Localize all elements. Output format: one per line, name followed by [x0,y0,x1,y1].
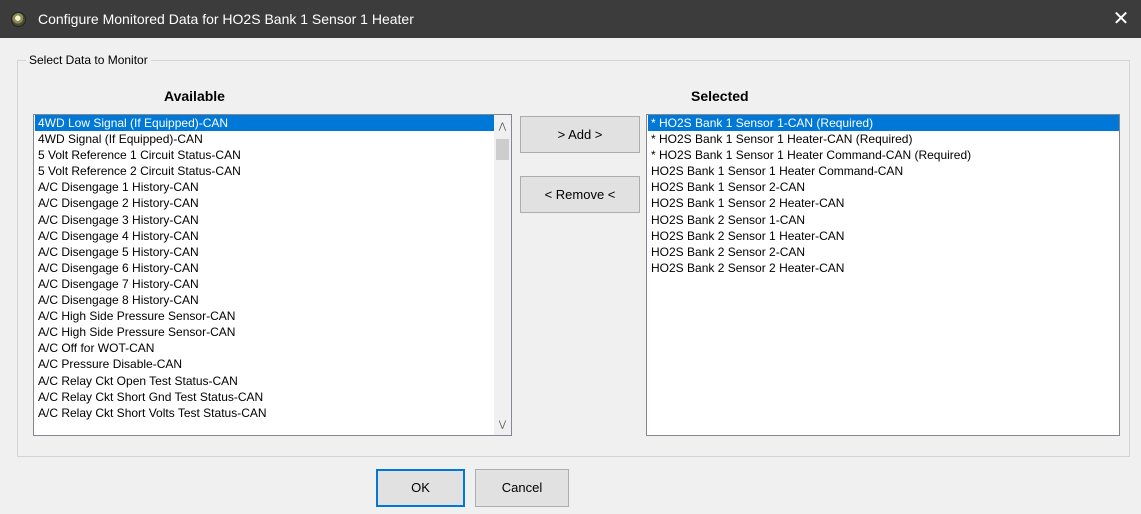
available-items: 4WD Low Signal (If Equipped)-CAN 4WD Sign… [34,115,511,421]
selected-list-item[interactable]: HO2S Bank 1 Sensor 1 Heater Command-CAN [648,163,1119,179]
available-list-item[interactable]: A/C Disengage 6 History-CAN [35,260,511,276]
available-list-item[interactable]: A/C Relay Ckt Short Gnd Test Status-CAN [35,389,511,405]
available-list-item[interactable]: A/C High Side Pressure Sensor-CAN [35,324,511,340]
available-list-item[interactable]: A/C Disengage 2 History-CAN [35,195,511,211]
selected-list-item[interactable]: * HO2S Bank 1 Sensor 1-CAN (Required) [648,115,1119,132]
selected-list-item[interactable]: HO2S Bank 2 Sensor 1-CAN [648,212,1119,228]
selected-list-item[interactable]: * HO2S Bank 1 Sensor 1 Heater-CAN (Requi… [648,131,1119,147]
available-list-item[interactable]: A/C Disengage 3 History-CAN [35,212,511,228]
available-list-item[interactable]: 4WD Signal (If Equipped)-CAN [35,131,511,147]
scroll-down-icon[interactable]: ⋁ [494,416,511,433]
group-legend: Select Data to Monitor [26,53,151,67]
available-list-item[interactable]: A/C Relay Ckt Short Volts Test Status-CA… [35,405,511,421]
available-listbox[interactable]: 4WD Low Signal (If Equipped)-CAN 4WD Sign… [33,114,512,436]
available-list-item[interactable]: 4WD Low Signal (If Equipped)-CAN [35,115,511,132]
available-list-item[interactable]: A/C Disengage 5 History-CAN [35,244,511,260]
ok-button[interactable]: OK [376,469,465,507]
selected-list-item[interactable]: HO2S Bank 1 Sensor 2-CAN [648,179,1119,195]
available-list-item[interactable]: A/C Pressure Disable-CAN [35,356,511,372]
selected-list-item[interactable]: HO2S Bank 1 Sensor 2 Heater-CAN [648,195,1119,211]
available-heading: Available [164,88,225,104]
available-list-item[interactable]: A/C Disengage 1 History-CAN [35,179,511,195]
selected-items: * HO2S Bank 1 Sensor 1-CAN (Required) * H… [647,115,1119,276]
selected-list-item[interactable]: HO2S Bank 2 Sensor 1 Heater-CAN [648,228,1119,244]
available-list-item[interactable]: 5 Volt Reference 2 Circuit Status-CAN [35,163,511,179]
available-list-item[interactable]: 5 Volt Reference 1 Circuit Status-CAN [35,147,511,163]
close-button[interactable]: ✕ [1101,0,1141,38]
selected-list-item[interactable]: HO2S Bank 2 Sensor 2 Heater-CAN [648,260,1119,276]
available-list-item[interactable]: A/C Relay Ckt Open Test Status-CAN [35,373,511,389]
available-scrollbar[interactable]: ⋀ ⋁ [494,115,511,435]
selected-heading: Selected [691,88,749,104]
cancel-button[interactable]: Cancel [475,469,569,507]
selected-listbox[interactable]: * HO2S Bank 1 Sensor 1-CAN (Required) * H… [646,114,1120,436]
scroll-up-icon[interactable]: ⋀ [494,118,511,135]
remove-button[interactable]: < Remove < [520,176,640,213]
available-list-item[interactable]: A/C Disengage 8 History-CAN [35,292,511,308]
window-title: Configure Monitored Data for HO2S Bank 1… [38,11,414,27]
selected-list-item[interactable]: * HO2S Bank 1 Sensor 1 Heater Command-CA… [648,147,1119,163]
available-list-item[interactable]: A/C Off for WOT-CAN [35,340,511,356]
available-list-item[interactable]: A/C Disengage 4 History-CAN [35,228,511,244]
title-bar: Configure Monitored Data for HO2S Bank 1… [0,0,1141,38]
add-button[interactable]: > Add > [520,116,640,153]
scroll-thumb[interactable] [496,139,509,160]
available-list-item[interactable]: A/C High Side Pressure Sensor-CAN [35,308,511,324]
available-list-item[interactable]: A/C Disengage 7 History-CAN [35,276,511,292]
app-logo-icon [11,12,26,27]
selected-list-item[interactable]: HO2S Bank 2 Sensor 2-CAN [648,244,1119,260]
